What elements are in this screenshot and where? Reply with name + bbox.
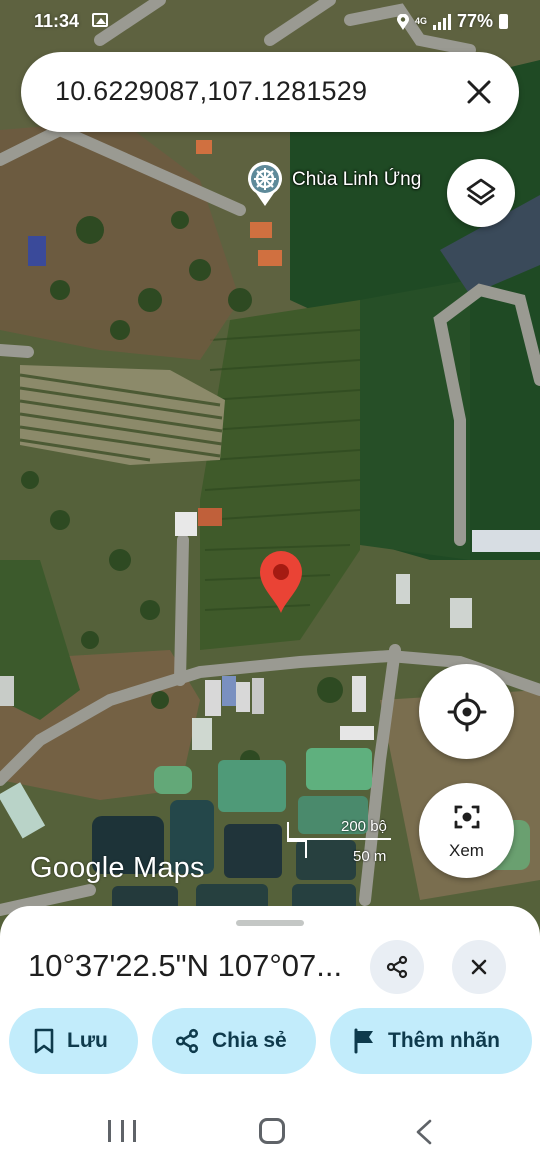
camera-icon [454, 805, 480, 829]
search-bar[interactable]: 10.6229087,107.1281529 [21, 52, 519, 132]
close-icon [471, 959, 487, 975]
signal-icon [432, 13, 451, 30]
share-icon [386, 955, 408, 979]
map-scale: 200 bộ 50 m [287, 818, 397, 870]
share-icon-button[interactable] [370, 940, 424, 994]
drag-handle[interactable] [236, 920, 304, 926]
home-icon[interactable] [259, 1118, 285, 1144]
battery-icon [499, 14, 508, 29]
gallery-icon [92, 13, 108, 27]
status-bar: 11:34 4G 77% [0, 0, 540, 44]
search-query[interactable]: 10.6229087,107.1281529 [55, 76, 367, 107]
view-button[interactable]: Xem [419, 783, 514, 878]
scale-metric-label: 50 m [353, 848, 387, 865]
save-button[interactable]: Lưu [9, 1008, 138, 1074]
bookmark-icon [34, 1028, 54, 1054]
scale-bar-bottom [287, 840, 307, 842]
poi-chua-linh-ung[interactable]: Chùa Linh Ứng [246, 161, 421, 207]
layers-button[interactable] [447, 159, 515, 227]
share-label: Chia sẻ [212, 1029, 287, 1052]
google-maps-logo: Google Maps [30, 852, 205, 884]
save-label: Lưu [67, 1029, 108, 1052]
my-location-icon [447, 692, 487, 732]
coordinates-title: 10°37'22.5"N 107°07... [28, 948, 343, 983]
battery-percent: 77% [456, 11, 493, 31]
close-sheet-button[interactable] [452, 940, 506, 994]
action-chips: Lưu Chia sẻ Thêm nhãn [9, 1008, 539, 1074]
location-icon [396, 13, 409, 30]
layers-icon [466, 178, 496, 206]
network-type: 4G [414, 16, 427, 26]
add-label-button[interactable]: Thêm nhãn [330, 1008, 532, 1074]
recents-icon[interactable] [108, 1120, 136, 1142]
flag-icon [354, 1028, 373, 1054]
system-nav-bar [0, 1092, 540, 1170]
add-label-text: Thêm nhãn [388, 1029, 501, 1052]
share-button[interactable]: Chia sẻ [152, 1008, 316, 1074]
close-icon[interactable] [461, 74, 497, 110]
my-location-button[interactable] [419, 664, 514, 759]
view-button-label: Xem [449, 841, 484, 860]
share-icon [175, 1028, 199, 1054]
scale-imperial-label: 200 bộ [341, 818, 387, 835]
status-time: 11:34 [34, 11, 80, 31]
dharma-wheel-icon [248, 161, 282, 206]
dropped-pin-icon[interactable] [258, 550, 304, 614]
scale-bar-metric [305, 840, 307, 858]
back-icon[interactable] [414, 1119, 434, 1145]
poi-label: Chùa Linh Ứng [292, 169, 422, 190]
